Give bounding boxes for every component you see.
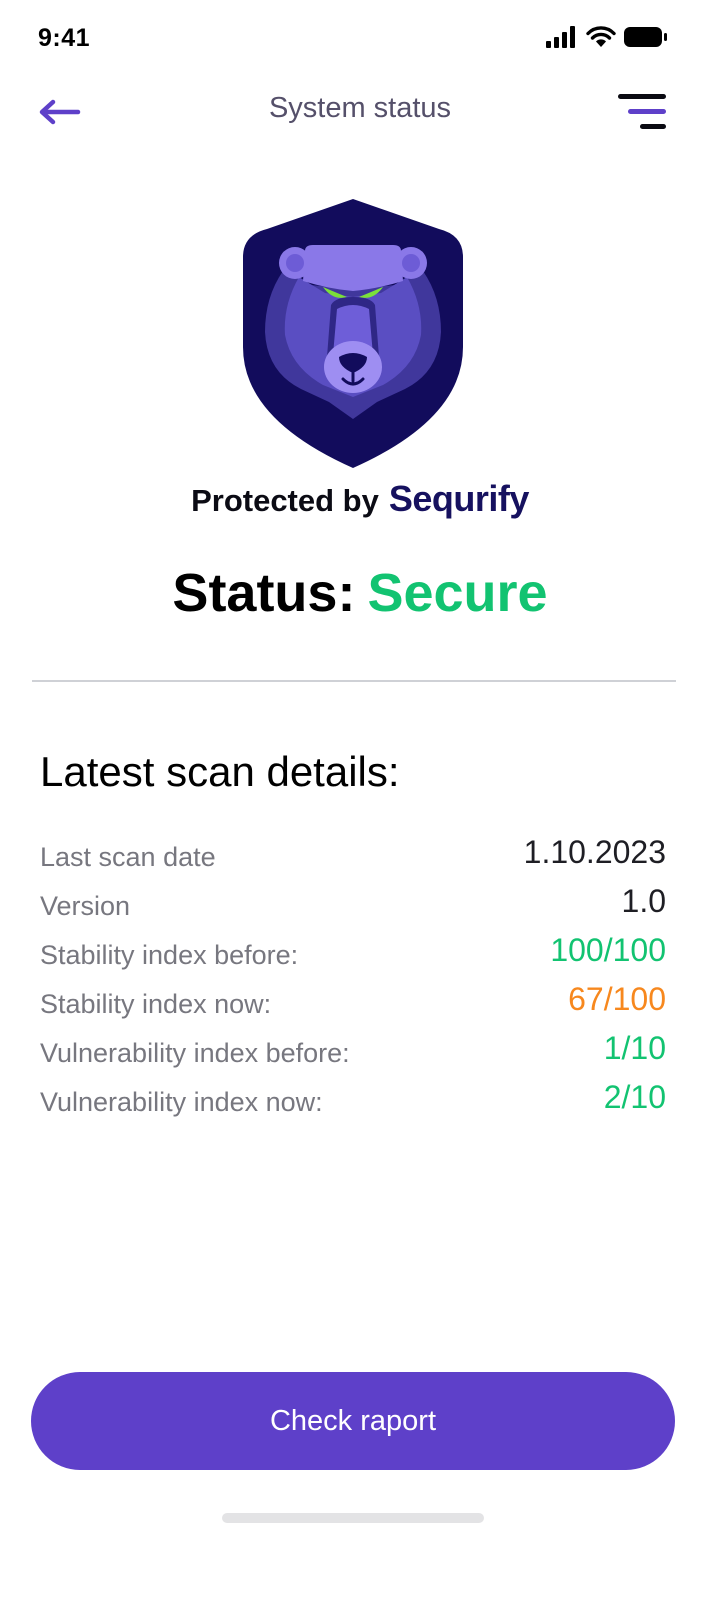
detail-row-stability-now: Stability index now: 67/100 xyxy=(40,977,666,1026)
detail-label: Vulnerability index now: xyxy=(40,1087,323,1117)
detail-value: 100/100 xyxy=(550,932,666,968)
menu-icon xyxy=(618,94,666,129)
detail-value: 1.10.2023 xyxy=(523,834,666,870)
page-title: System status xyxy=(268,92,452,124)
status-icons xyxy=(546,26,668,48)
wifi-icon xyxy=(586,26,616,48)
scan-details-list: Last scan date 1.10.2023 Version 1.0 Sta… xyxy=(40,830,666,1124)
protected-by-line: Protected by Sequrify xyxy=(0,478,720,520)
detail-value: 1/10 xyxy=(603,1030,666,1066)
bear-shield-logo xyxy=(243,197,464,469)
detail-label: Stability index before: xyxy=(40,940,299,970)
status-bar: 9:41 xyxy=(0,0,720,80)
detail-value: 2/10 xyxy=(603,1079,666,1115)
detail-label: Version xyxy=(40,891,131,921)
menu-button[interactable] xyxy=(616,92,668,132)
status-value: Secure xyxy=(367,563,548,623)
detail-row-last-scan-date: Last scan date 1.10.2023 xyxy=(40,830,666,879)
detail-row-stability-before: Stability index before: 100/100 xyxy=(40,928,666,977)
divider xyxy=(32,680,676,682)
status-label: Status: xyxy=(172,563,356,623)
home-indicator xyxy=(222,1513,484,1523)
detail-label: Last scan date xyxy=(40,842,216,872)
detail-row-vulnerability-now: Vulnerability index now: 2/10 xyxy=(40,1075,666,1124)
detail-value: 67/100 xyxy=(568,981,666,1017)
battery-icon xyxy=(624,26,668,48)
detail-row-version: Version 1.0 xyxy=(40,879,666,928)
protected-by-label: Protected by xyxy=(191,483,379,518)
check-raport-button[interactable]: Check raport xyxy=(31,1372,675,1470)
detail-row-vulnerability-before: Vulnerability index before: 1/10 xyxy=(40,1026,666,1075)
status-time: 9:41 xyxy=(38,24,91,52)
scan-details-title: Latest scan details: xyxy=(40,748,400,795)
nav-header: System status xyxy=(0,80,720,150)
detail-value: 1.0 xyxy=(621,883,666,919)
detail-label: Stability index now: xyxy=(40,989,272,1019)
security-status: Status: Secure xyxy=(0,562,720,624)
detail-label: Vulnerability index before: xyxy=(40,1038,350,1068)
signal-icon xyxy=(546,26,578,48)
brand-name: Sequrify xyxy=(388,478,530,519)
